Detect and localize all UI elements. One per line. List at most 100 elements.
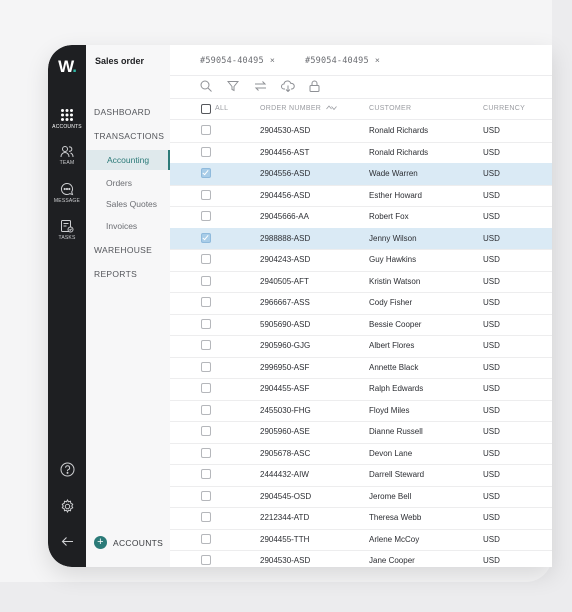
customer-cell: Esther Howard bbox=[369, 190, 422, 200]
nav-sub-item-invoices[interactable]: Invoices bbox=[106, 221, 137, 231]
row-checkbox[interactable] bbox=[201, 189, 211, 200]
table-row[interactable]: 2940505-AFT Kristin Watson USD bbox=[170, 271, 552, 293]
column-header-customer[interactable]: CUSTOMER bbox=[369, 105, 411, 112]
table-row[interactable]: 2904455-TTH Arlene McCoy USD bbox=[170, 529, 552, 551]
rail-item-accounts[interactable]: ACCOUNTS bbox=[48, 108, 86, 130]
tab-label: #59054-40495 bbox=[305, 56, 369, 66]
sync-icon[interactable] bbox=[254, 80, 267, 92]
customer-cell: Kristin Watson bbox=[369, 276, 421, 286]
settings-button[interactable] bbox=[48, 499, 86, 514]
row-checkbox[interactable] bbox=[201, 490, 211, 501]
nav-item-reports[interactable]: REPORTS bbox=[94, 269, 137, 279]
filter-icon[interactable] bbox=[227, 80, 239, 92]
row-checkbox[interactable] bbox=[201, 404, 211, 415]
table-row[interactable]: 29045666-AA Robert Fox USD bbox=[170, 206, 552, 229]
table-row[interactable]: 5905690-ASD Bessie Cooper USD bbox=[170, 314, 552, 336]
row-checkbox[interactable] bbox=[201, 361, 211, 372]
close-icon[interactable]: × bbox=[270, 55, 275, 65]
order-number-cell: 2988888-ASD bbox=[260, 233, 311, 243]
row-checkbox[interactable] bbox=[201, 211, 211, 221]
customer-cell: Theresa Webb bbox=[369, 513, 422, 522]
rail-label: MESSAGE bbox=[53, 198, 81, 204]
collapse-button[interactable] bbox=[48, 536, 86, 547]
table-row[interactable]: 2904530-ASD Jane Cooper USD bbox=[170, 550, 552, 567]
currency-cell: USD bbox=[483, 126, 500, 135]
nav-item-dashboard[interactable]: DASHBOARD bbox=[94, 107, 151, 117]
nav-sub-item-accounting[interactable]: Accounting bbox=[86, 150, 170, 170]
row-checkbox[interactable] bbox=[201, 340, 211, 350]
rail-item-tasks[interactable]: TASKS bbox=[48, 219, 86, 241]
row-checkbox[interactable] bbox=[201, 254, 211, 264]
currency-cell: USD bbox=[483, 169, 500, 178]
row-checkbox[interactable] bbox=[201, 125, 211, 135]
table-row[interactable]: 2905960-ASE Dianne Russell USD bbox=[170, 421, 552, 444]
order-number-cell: 2904456-ASD bbox=[260, 190, 311, 200]
nav-sub-item-orders[interactable]: Orders bbox=[106, 178, 132, 188]
nav-item-transactions[interactable]: TRANSACTIONS bbox=[94, 131, 164, 141]
rail-item-team[interactable]: TEAM bbox=[48, 145, 86, 166]
row-checkbox[interactable] bbox=[201, 426, 211, 436]
table-row[interactable]: 2966667-ASS Cody Fisher USD bbox=[170, 292, 552, 315]
tab-order-1[interactable]: #59054-40495 × bbox=[200, 55, 275, 66]
table-row[interactable]: 2905960-GJG Albert Flores USD bbox=[170, 335, 552, 358]
nav-item-warehouse[interactable]: WAREHOUSE bbox=[94, 245, 152, 255]
row-checkbox[interactable] bbox=[201, 469, 211, 479]
customer-cell: Cody Fisher bbox=[369, 298, 413, 307]
row-checkbox[interactable] bbox=[201, 512, 211, 522]
currency-cell: USD bbox=[483, 534, 500, 544]
rail-label: ACCOUNTS bbox=[52, 124, 82, 130]
currency-cell: USD bbox=[483, 405, 500, 415]
column-header-order-number[interactable]: ORDER NUMBER bbox=[260, 105, 338, 112]
table-row[interactable]: 2904556-ASD Wade Warren USD bbox=[170, 163, 552, 186]
add-account-label: ACCOUNTS bbox=[113, 537, 164, 548]
help-button[interactable] bbox=[48, 462, 86, 477]
secondary-nav: Sales order DASHBOARD TRANSACTIONS Accou… bbox=[86, 45, 170, 567]
order-number-cell: 29045666-AA bbox=[260, 212, 309, 221]
row-checkbox[interactable] bbox=[201, 168, 211, 178]
table-row[interactable]: 2996950-ASF Annette Black USD bbox=[170, 357, 552, 379]
row-checkbox[interactable] bbox=[201, 275, 211, 286]
add-account-button[interactable]: + ACCOUNTS bbox=[94, 536, 163, 549]
row-checkbox[interactable] bbox=[201, 533, 211, 544]
table-header: ALL ORDER NUMBER CUSTOMER CURRENCY bbox=[170, 98, 552, 120]
table-row[interactable]: 2905678-ASC Devon Lane USD bbox=[170, 443, 552, 465]
table-row[interactable]: 2904545-OSD Jerome Bell USD bbox=[170, 486, 552, 508]
column-header-currency[interactable]: CURRENCY bbox=[483, 105, 525, 112]
row-checkbox[interactable] bbox=[201, 383, 211, 393]
table-row[interactable]: 2988888-ASD Jenny Wilson USD bbox=[170, 227, 552, 250]
customer-cell: Wade Warren bbox=[369, 169, 418, 178]
table-row[interactable]: 2444432-AIW Darrell Steward USD bbox=[170, 464, 552, 487]
lock-icon[interactable] bbox=[309, 80, 320, 92]
table-row[interactable]: 2212344-ATD Theresa Webb USD bbox=[170, 507, 552, 530]
table-row[interactable]: 2455030-FHG Floyd Miles USD bbox=[170, 400, 552, 422]
logo[interactable]: W. bbox=[48, 57, 86, 77]
currency-cell: USD bbox=[483, 470, 500, 479]
row-checkbox[interactable] bbox=[201, 146, 211, 157]
rail-item-message[interactable]: MESSAGE bbox=[48, 182, 86, 204]
row-checkbox[interactable] bbox=[201, 318, 211, 329]
row-checkbox[interactable] bbox=[201, 232, 211, 243]
tab-order-2[interactable]: #59054-40495 × bbox=[305, 55, 380, 66]
nav-sub-item-sales-quotes[interactable]: Sales Quotes bbox=[106, 199, 157, 209]
plus-icon: + bbox=[94, 536, 107, 549]
order-number-cell: 2904456-AST bbox=[260, 147, 310, 157]
sort-icon[interactable] bbox=[326, 105, 338, 111]
close-icon[interactable]: × bbox=[375, 55, 380, 65]
row-checkbox[interactable] bbox=[201, 297, 211, 307]
table-row[interactable]: 2904455-ASF Ralph Edwards USD bbox=[170, 378, 552, 401]
order-number-cell: 5905690-ASD bbox=[260, 319, 311, 329]
rail-label: TEAM bbox=[59, 160, 75, 166]
table-row[interactable]: 2904456-ASD Esther Howard USD bbox=[170, 185, 552, 207]
cloud-download-icon[interactable] bbox=[281, 80, 295, 92]
back-arrow-icon bbox=[61, 537, 73, 546]
table-row[interactable]: 2904456-AST Ronald Richards USD bbox=[170, 142, 552, 164]
currency-cell: USD bbox=[483, 319, 500, 329]
search-icon[interactable] bbox=[200, 80, 212, 92]
table-row[interactable]: 2904243-ASD Guy Hawkins USD bbox=[170, 249, 552, 272]
customer-cell: Jane Cooper bbox=[369, 556, 415, 565]
row-checkbox[interactable] bbox=[201, 555, 211, 565]
row-checkbox[interactable] bbox=[201, 447, 211, 458]
help-icon bbox=[60, 462, 74, 477]
select-all-checkbox[interactable] bbox=[201, 104, 211, 114]
table-row[interactable]: 2904530-ASD Ronald Richards USD bbox=[170, 120, 552, 143]
